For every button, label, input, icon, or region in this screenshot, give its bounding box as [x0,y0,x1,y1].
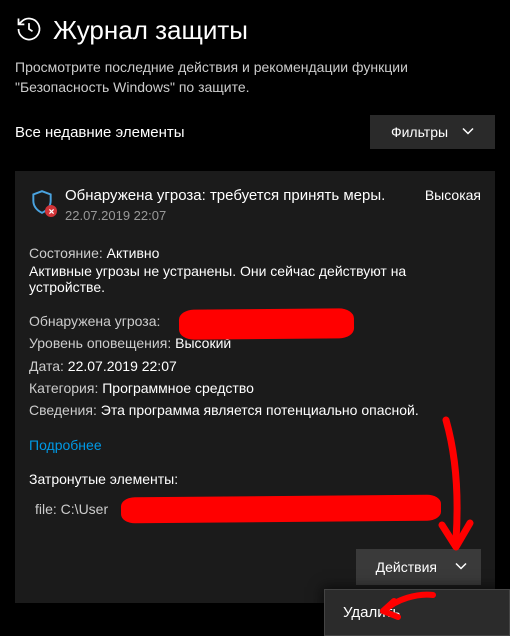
info-label: Сведения: [29,402,97,418]
threat-header: Обнаружена угроза: требуется принять мер… [29,187,481,223]
threat-timestamp: 22.07.2019 22:07 [65,208,415,223]
filter-bar: Все недавние элементы Фильтры [15,115,495,149]
dropdown-item-delete[interactable]: Удалить [325,590,509,635]
status-label: Состояние: [29,245,103,261]
redaction-annotation [179,308,354,340]
detected-label: Обнаружена угроза: [29,313,160,329]
affected-file-path: file: C:\User [35,501,108,517]
status-block: Состояние: Активно Активные угрозы не ус… [29,245,481,295]
recent-items-label: Все недавние элементы [15,124,185,141]
actions-button[interactable]: Действия [356,549,481,585]
date-label: Дата: [29,358,64,374]
affected-file-row: file: C:\User [35,501,481,517]
date-value: 22.07.2019 22:07 [68,358,177,374]
status-description: Активные угрозы не устранены. Они сейчас… [29,263,481,295]
category-value: Программное средство [102,380,254,396]
threat-card: Обнаружена угроза: требуется принять мер… [15,171,495,602]
shield-threat-icon [29,189,55,215]
category-label: Категория: [29,380,98,396]
page-subtitle: Просмотрите последние действия и рекомен… [15,58,495,97]
info-value: Эта программа является потенциально опас… [101,402,419,418]
status-value: Активно [107,245,160,261]
details-link[interactable]: Подробнее [29,437,102,453]
actions-row: Действия [29,549,481,585]
level-label: Уровень оповещения: [29,335,171,351]
history-icon [15,15,43,46]
threat-title: Обнаружена угроза: требуется принять мер… [65,187,415,204]
filters-button[interactable]: Фильтры [370,115,495,149]
chevron-down-icon [455,559,467,575]
page-header: Журнал защиты [15,15,495,46]
actions-button-label: Действия [376,559,437,575]
detail-block: Обнаружена угроза: Уровень оповещения: В… [29,311,481,420]
filters-button-label: Фильтры [391,124,448,140]
redaction-annotation [121,494,441,523]
chevron-down-icon [462,124,474,140]
actions-dropdown: Удалить [324,589,510,636]
page-title: Журнал защиты [53,15,248,46]
threat-severity: Высокая [425,187,481,203]
affected-title: Затронутые элементы: [29,471,481,487]
error-badge-icon [45,205,57,217]
